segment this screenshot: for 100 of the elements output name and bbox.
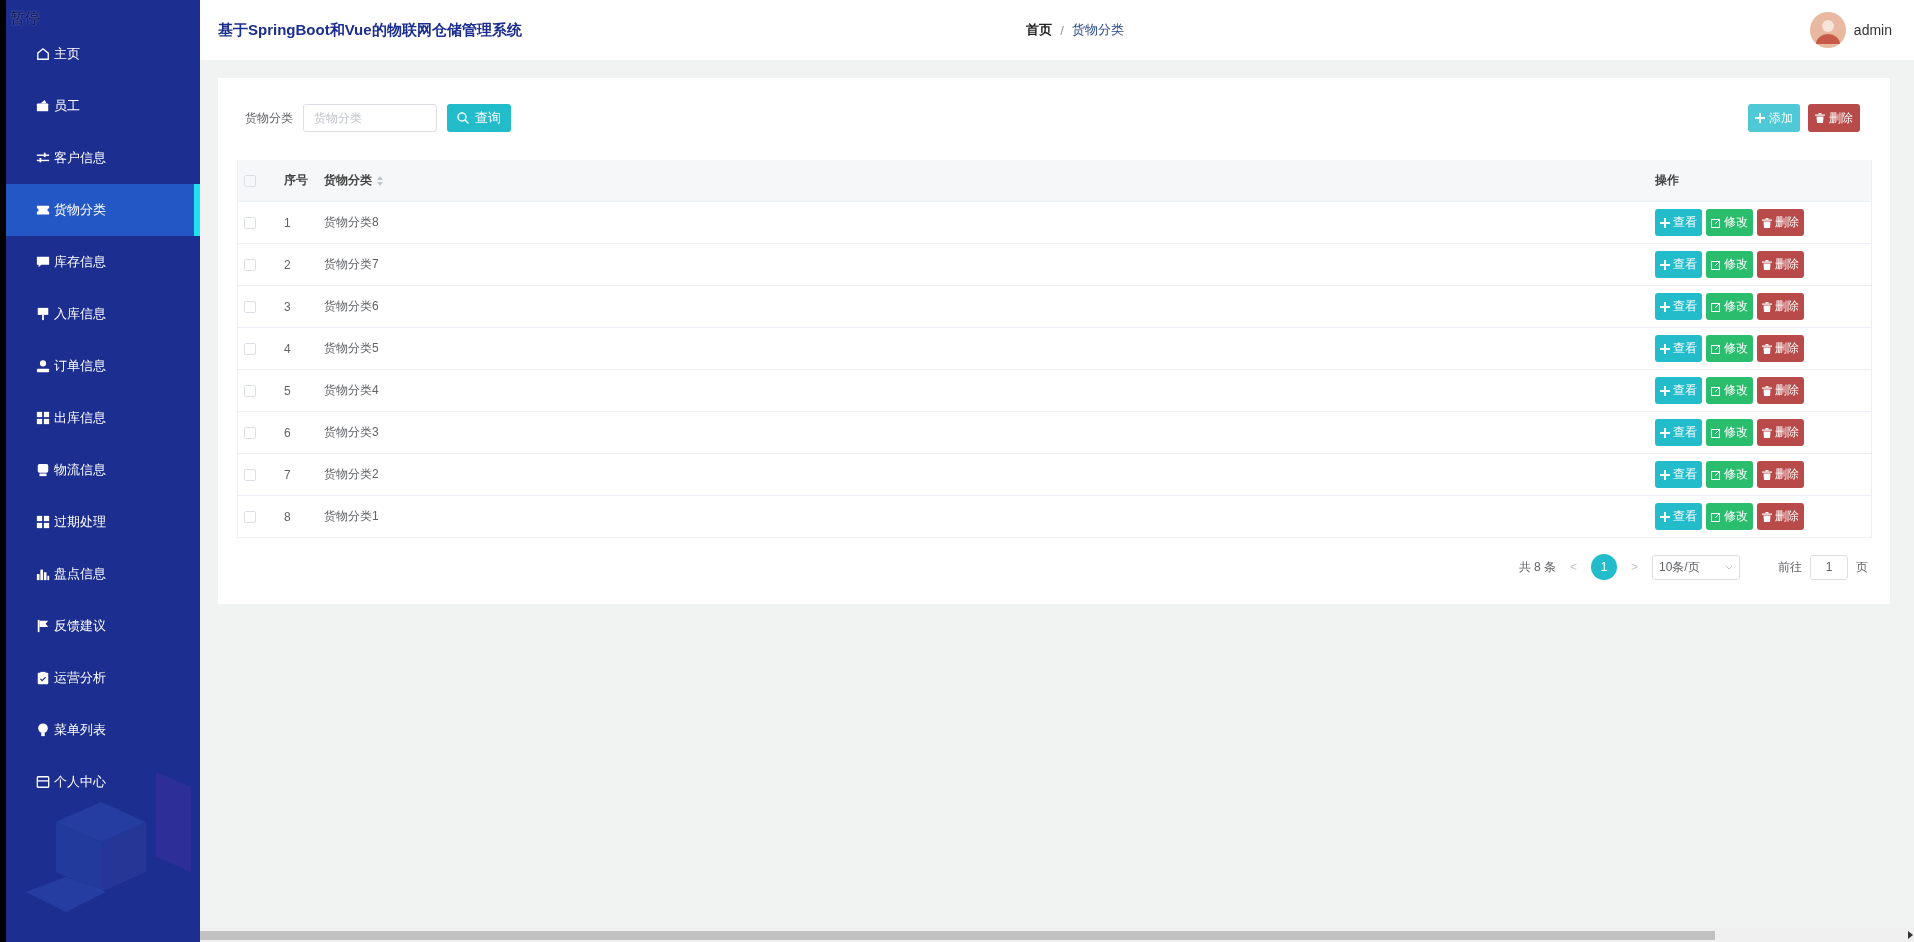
sidebar-item[interactable]: 物流信息 [6, 444, 200, 496]
table-cell: 货物分类5 [324, 340, 379, 357]
checkbox[interactable] [244, 174, 256, 187]
grid-icon [36, 411, 50, 425]
delete-button[interactable]: 删除 [1757, 503, 1804, 530]
plus-icon [1660, 217, 1670, 228]
goto-label: 前往 [1778, 558, 1802, 576]
checkbox[interactable] [244, 216, 256, 229]
sidebar-item[interactable]: 订单信息 [6, 340, 200, 392]
table-cell: 货物分类2 [324, 466, 379, 483]
table-cell-text: 1 [283, 215, 292, 230]
edit-icon [1711, 343, 1721, 354]
trash-icon [1762, 343, 1772, 354]
plus-icon [1660, 469, 1670, 480]
delete-button[interactable]: 删除 [1757, 335, 1804, 362]
delete-button[interactable]: 删除 [1757, 461, 1804, 488]
breadcrumb-item[interactable]: 首页 [1026, 21, 1053, 39]
table-cell: 货物分类6 [324, 298, 379, 315]
sidebar-item[interactable]: 货物分类 [6, 184, 200, 236]
table-cell-text: 5 [283, 383, 292, 398]
breadcrumb-separator: / [1060, 22, 1064, 38]
plus-icon [1660, 511, 1670, 522]
flag-icon [36, 619, 50, 633]
scrollbar-thumb[interactable] [200, 930, 1715, 940]
avatar-icon[interactable] [1809, 12, 1846, 48]
bar-chart-icon [36, 567, 50, 581]
trash-icon [1762, 427, 1772, 438]
checkbox[interactable] [244, 468, 256, 481]
clipboard-icon [36, 671, 50, 685]
checkbox[interactable] [244, 384, 256, 397]
checkbox[interactable] [244, 510, 256, 523]
sliders-icon [36, 151, 50, 165]
app-title: 基于SpringBoot和Vue的物联网仓储管理系统 [218, 20, 522, 40]
plus-icon [1660, 301, 1670, 312]
delete-button[interactable]: 删除 [1757, 419, 1804, 446]
total-count: 共 8 条 [1518, 558, 1556, 576]
edit-icon [1711, 511, 1721, 522]
column-header: 操作 [1655, 172, 1680, 189]
trash-icon [1762, 469, 1772, 480]
delete-button[interactable]: 删除 [1757, 377, 1804, 404]
trash-icon [1762, 385, 1772, 396]
column-header[interactable]: 货物分类 [324, 172, 372, 189]
wallet-icon [36, 99, 50, 113]
page-input[interactable]: 1 [1810, 554, 1848, 580]
sidebar-item[interactable]: 入库信息 [6, 288, 200, 340]
delete-button[interactable]: 删除 [1808, 104, 1860, 132]
monitor-icon [36, 463, 50, 477]
trash-icon [1815, 113, 1825, 123]
table-cell-text: 2 [283, 257, 292, 272]
home-icon [36, 47, 50, 61]
sidebar-item[interactable]: 菜单列表 [6, 704, 200, 756]
trash-icon [1762, 301, 1772, 312]
column-header: 序号 [283, 172, 309, 189]
table-cell-text: 3 [283, 299, 292, 314]
edit-icon [1711, 427, 1721, 438]
plus-icon [1660, 343, 1670, 354]
edit-icon [1711, 259, 1721, 270]
edit-icon [1711, 469, 1721, 480]
checkbox[interactable] [244, 300, 256, 313]
sidebar-item[interactable]: 员工 [6, 80, 200, 132]
card-icon [36, 775, 50, 789]
sidebar-item[interactable]: 运营分析 [6, 652, 200, 704]
table-cell: 货物分类4 [324, 382, 379, 399]
checkbox[interactable] [244, 342, 256, 355]
edit-icon [1711, 385, 1721, 396]
plus-icon [1755, 113, 1765, 123]
table-cell-text: 7 [283, 467, 292, 482]
sidebar-item[interactable]: 个人中心 [6, 756, 200, 808]
delete-button[interactable]: 删除 [1757, 209, 1804, 236]
ticket-icon [36, 203, 50, 217]
edit-icon [1711, 301, 1721, 312]
delete-button[interactable]: 删除 [1757, 251, 1804, 278]
field-label: 货物分类 [245, 109, 293, 127]
signpost-icon [36, 307, 50, 321]
sidebar-item[interactable]: 过期处理 [6, 496, 200, 548]
edit-icon [1711, 217, 1721, 228]
table-cell-text: 4 [283, 341, 292, 356]
scroll-right-icon[interactable] [1906, 931, 1914, 939]
table-cell-text: 6 [283, 425, 292, 440]
sidebar-item[interactable]: 出库信息 [6, 392, 200, 444]
sidebar-item[interactable]: 库存信息 [6, 236, 200, 288]
table-cell: 货物分类7 [324, 256, 379, 273]
plus-icon [1660, 385, 1670, 396]
sort-icon[interactable] [376, 174, 384, 187]
checkbox[interactable] [244, 426, 256, 439]
sidebar-item[interactable]: 盘点信息 [6, 548, 200, 600]
plus-icon [1660, 427, 1670, 438]
sidebar-item[interactable]: 主页 [6, 28, 200, 80]
checkbox[interactable] [244, 258, 256, 271]
sidebar-item[interactable]: 客户信息 [6, 132, 200, 184]
username[interactable]: admin [1853, 22, 1892, 38]
bulb-icon [36, 723, 50, 737]
delete-button[interactable]: 删除 [1757, 293, 1804, 320]
user-icon [36, 359, 50, 373]
sidebar-item[interactable]: 反馈建议 [6, 600, 200, 652]
page-size-select[interactable]: 10条/页 [1652, 554, 1740, 580]
plus-icon [1660, 259, 1670, 270]
trash-icon [1762, 511, 1772, 522]
pause-label: 暂停 [10, 9, 40, 28]
breadcrumb-item: 货物分类 [1071, 21, 1124, 39]
